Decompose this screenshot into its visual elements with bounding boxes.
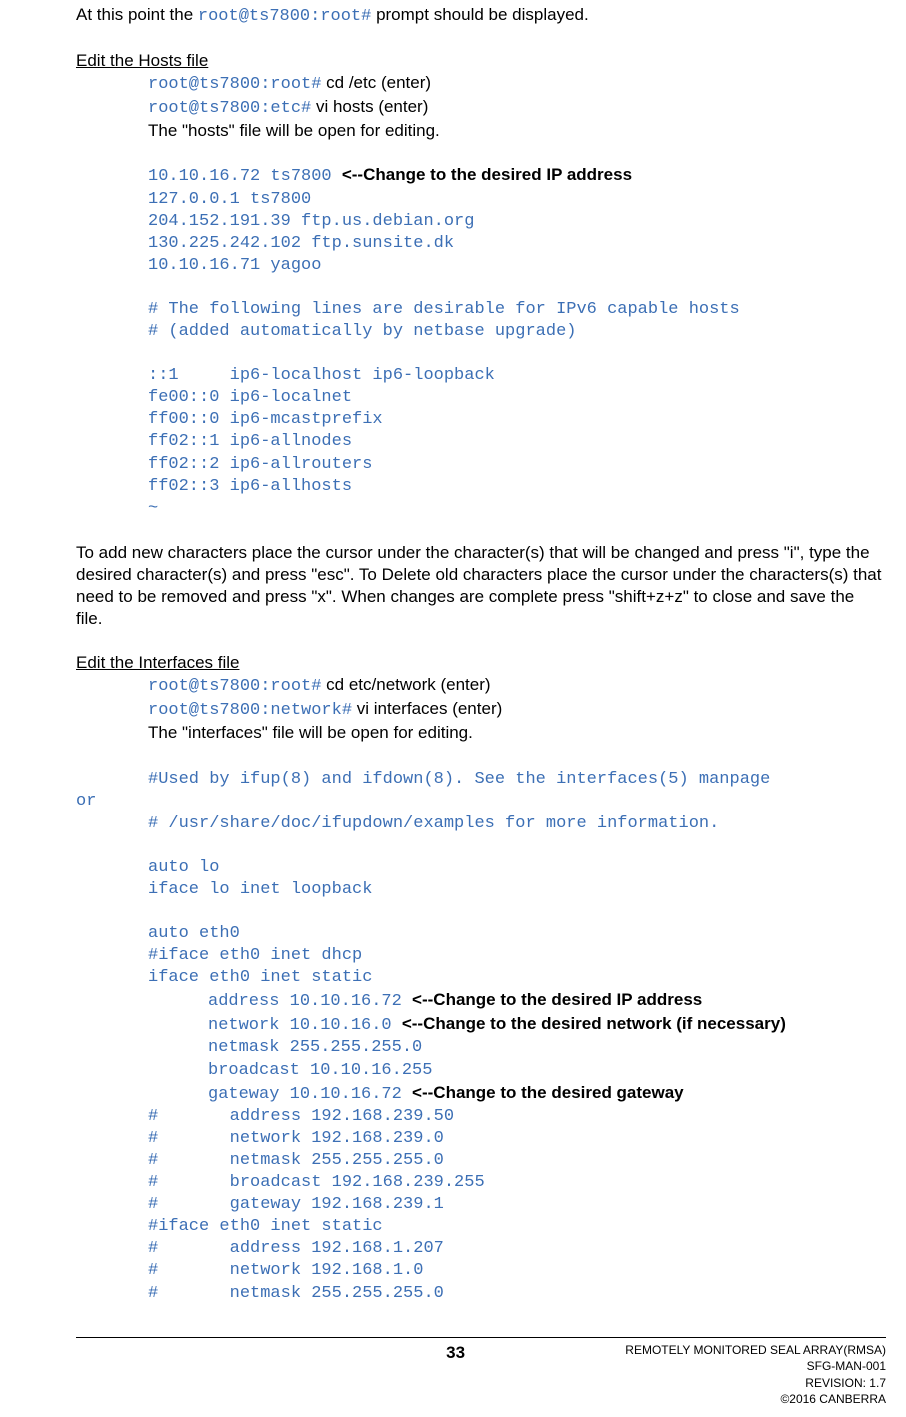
interfaces-file-line: # network 192.168.1.0 xyxy=(76,1260,886,1282)
interfaces-file-line: broadcast 10.10.16.255 xyxy=(76,1060,886,1082)
hosts-file-line: ~ xyxy=(76,498,886,520)
hosts-heading: Edit the Hosts file xyxy=(76,50,886,72)
hosts-file-line: 10.10.16.71 yagoo xyxy=(76,255,886,277)
interfaces-file-line: iface lo inet loopback xyxy=(76,879,886,901)
hosts-cmd2: root@ts7800:etc# vi hosts (enter) xyxy=(76,96,886,120)
hosts-file-line: # (added automatically by netbase upgrad… xyxy=(76,321,886,343)
interfaces-file-line: auto lo xyxy=(76,857,886,879)
hosts-file-line: ff02::1 ip6-allnodes xyxy=(76,431,886,453)
interfaces-file-line: address 10.10.16.72 <--Change to the des… xyxy=(76,989,886,1013)
hosts-file-line: 127.0.0.1 ts7800 xyxy=(76,189,886,211)
hosts-file-line: # The following lines are desirable for … xyxy=(76,299,886,321)
interfaces-file-line: #Used by ifup(8) and ifdown(8). See the … xyxy=(76,767,886,791)
intro-prefix: At this point the xyxy=(76,5,198,24)
interfaces-cmd2: root@ts7800:network# vi interfaces (ente… xyxy=(76,698,886,722)
interfaces-file-line: gateway 10.10.16.72 <--Change to the des… xyxy=(76,1082,886,1106)
interfaces-file-line: #iface eth0 inet static xyxy=(76,1216,886,1238)
footer-doc: SFG-MAN-001 xyxy=(625,1358,886,1374)
hosts-file-line: ::1 ip6-localhost ip6-loopback xyxy=(76,365,886,387)
interfaces-file-line: # netmask 255.255.255.0 xyxy=(76,1283,886,1305)
hosts-file-line: fe00::0 ip6-localnet xyxy=(76,387,886,409)
interfaces-file-line: # netmask 255.255.255.0 xyxy=(76,1150,886,1172)
hosts-file-line: 204.152.191.39 ftp.us.debian.org xyxy=(76,211,886,233)
hosts-file-line: ff02::2 ip6-allrouters xyxy=(76,454,886,476)
intro-prompt: root@ts7800:root# xyxy=(198,7,371,26)
interfaces-file-line: iface eth0 inet static xyxy=(76,967,886,989)
footer-title: REMOTELY MONITORED SEAL ARRAY(RMSA) xyxy=(625,1342,886,1358)
intro-suffix: prompt should be displayed. xyxy=(371,5,588,24)
interfaces-file-line: netmask 255.255.255.0 xyxy=(76,1037,886,1059)
hosts-file-line: ff02::3 ip6-allhosts xyxy=(76,476,886,498)
hosts-file-line: 10.10.16.72 ts7800 <--Change to the desi… xyxy=(76,164,886,188)
interfaces-file-line: auto eth0 xyxy=(76,923,886,945)
footer-rev: REVISION: 1.7 xyxy=(625,1375,886,1391)
vi-instructions: To add new characters place the cursor u… xyxy=(76,542,886,630)
interfaces-file-line: # /usr/share/doc/ifupdown/examples for m… xyxy=(76,813,886,835)
interfaces-file-line: # gateway 192.168.239.1 xyxy=(76,1194,886,1216)
interfaces-cmd1: root@ts7800:root# cd etc/network (enter) xyxy=(76,674,886,698)
hosts-desc: The "hosts" file will be open for editin… xyxy=(76,120,886,142)
hosts-cmd1: root@ts7800:root# cd /etc (enter) xyxy=(76,72,886,96)
hosts-file-line: ff00::0 ip6-mcastprefix xyxy=(76,409,886,431)
interfaces-file-line: # address 192.168.1.207 xyxy=(76,1238,886,1260)
interfaces-file-line: # network 192.168.239.0 xyxy=(76,1128,886,1150)
interfaces-file-line: #iface eth0 inet dhcp xyxy=(76,945,886,967)
page-footer: 33 REMOTELY MONITORED SEAL ARRAY(RMSA) S… xyxy=(76,1337,886,1407)
page-number: 33 xyxy=(76,1342,625,1364)
interfaces-file-line: # broadcast 192.168.239.255 xyxy=(76,1172,886,1194)
footer-copyright: ©2016 CANBERRA xyxy=(625,1391,886,1407)
interfaces-file-line: network 10.10.16.0 <--Change to the desi… xyxy=(76,1013,886,1037)
interfaces-file-line: # address 192.168.239.50 xyxy=(76,1106,886,1128)
intro-line: At this point the root@ts7800:root# prom… xyxy=(76,4,886,28)
interfaces-heading: Edit the Interfaces file xyxy=(76,652,886,674)
interfaces-desc: The "interfaces" file will be open for e… xyxy=(76,722,886,744)
footer-meta: REMOTELY MONITORED SEAL ARRAY(RMSA) SFG-… xyxy=(625,1342,886,1407)
interfaces-file-wrap: or xyxy=(76,791,886,813)
hosts-file-line: 130.225.242.102 ftp.sunsite.dk xyxy=(76,233,886,255)
